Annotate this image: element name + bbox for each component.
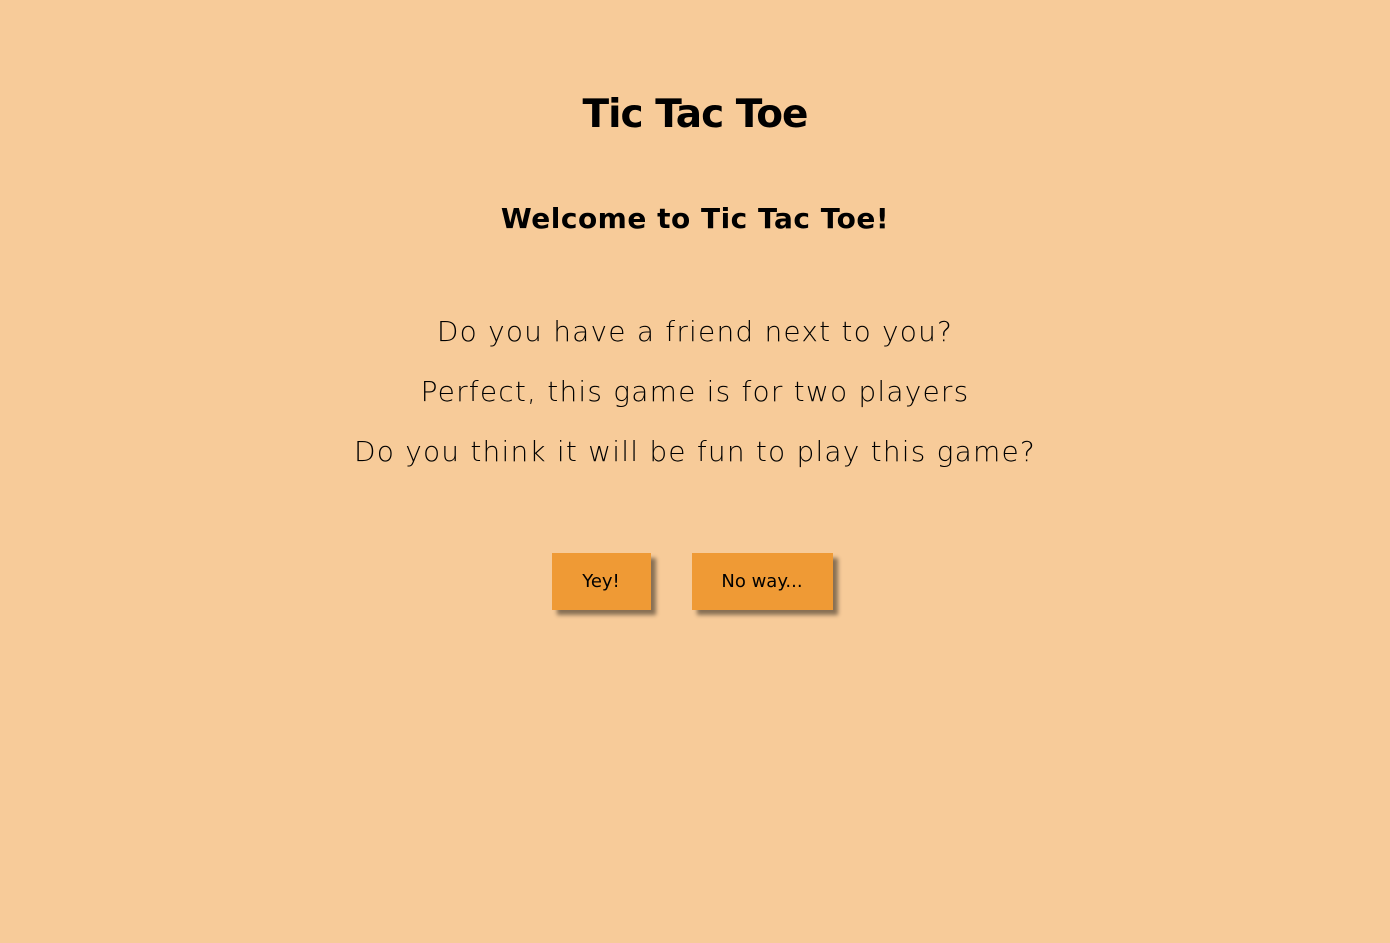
intro-line-fun-question: Do you think it will be fun to play this… [354, 435, 1036, 468]
intro-line-two-players: Perfect, this game is for two players [420, 375, 970, 408]
start-screen: Tic Tac Toe Welcome to Tic Tac Toe! Do y… [0, 0, 1390, 943]
page-title: Tic Tac Toe [582, 92, 809, 137]
yes-button[interactable]: Yey! [551, 553, 651, 610]
welcome-heading: Welcome to Tic Tac Toe! [500, 202, 890, 235]
choice-buttons: Yey! No way... [0, 553, 1390, 610]
intro-text: Do you have a friend next to you? Perfec… [0, 314, 1390, 494]
no-button[interactable]: No way... [691, 553, 833, 610]
intro-line-friend: Do you have a friend next to you? [436, 315, 954, 348]
